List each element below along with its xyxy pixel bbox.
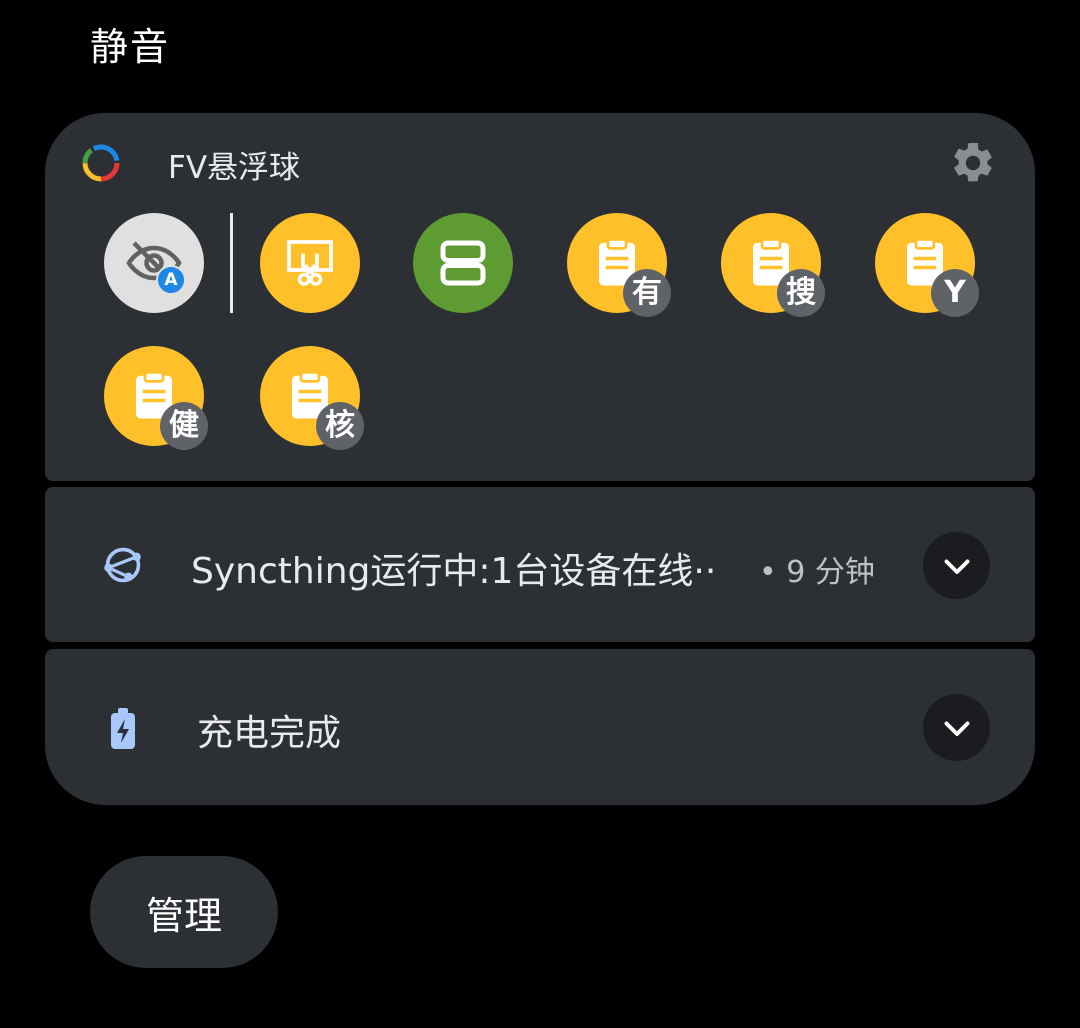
expand-button[interactable]	[923, 694, 990, 761]
gear-icon[interactable]	[949, 139, 997, 187]
charging-notification-card[interactable]: 充电完成	[45, 649, 1035, 805]
fv-bubble-clipboard-y[interactable]: Y	[875, 213, 979, 317]
auto-badge: A	[156, 265, 186, 295]
chevron-down-icon	[944, 721, 969, 736]
bubble-badge: 搜	[777, 269, 825, 317]
fv-bubble-clipboard-you[interactable]: 有	[567, 213, 671, 317]
fv-bubble-clipboard-jian[interactable]: 健	[104, 346, 208, 450]
split-window-icon	[440, 240, 486, 286]
bubble-badge: 有	[623, 269, 671, 317]
bubble-divider	[230, 213, 233, 313]
syncthing-notification-card[interactable]: Syncthing运行中:1台设备在线·· • 9 分钟	[45, 487, 1035, 642]
manage-button[interactable]: 管理	[90, 856, 278, 968]
section-title: 静音	[90, 25, 171, 69]
app-title: FV悬浮球	[168, 150, 301, 186]
expand-button[interactable]	[923, 532, 990, 599]
fv-bubble-screenshot[interactable]	[260, 213, 360, 313]
notification-text: 充电完成	[197, 713, 342, 754]
battery-charging-icon	[111, 708, 135, 749]
syncthing-icon	[104, 547, 141, 583]
notification-text: Syncthing运行中:1台设备在线··	[191, 551, 717, 592]
fv-bubble-split[interactable]	[413, 213, 513, 313]
silent-notification-group: FV悬浮球 A 有 搜 Y 健 核 Syncthing运行中:1台设备在线·· …	[45, 113, 1035, 805]
chevron-down-icon	[944, 559, 969, 574]
fv-notification-card[interactable]: FV悬浮球 A 有 搜 Y 健 核	[45, 113, 1035, 481]
fv-bubble-hide[interactable]: A	[104, 213, 204, 313]
bubble-badge: Y	[931, 269, 979, 317]
notification-time: • 9 分钟	[759, 555, 875, 590]
fv-ring-icon	[82, 144, 120, 182]
fv-bubble-clipboard-he[interactable]: 核	[260, 346, 364, 450]
bubble-badge: 健	[160, 402, 208, 450]
bubble-badge: 核	[316, 402, 364, 450]
fv-bubble-clipboard-sou[interactable]: 搜	[721, 213, 825, 317]
screenshot-scissor-icon	[287, 240, 333, 286]
